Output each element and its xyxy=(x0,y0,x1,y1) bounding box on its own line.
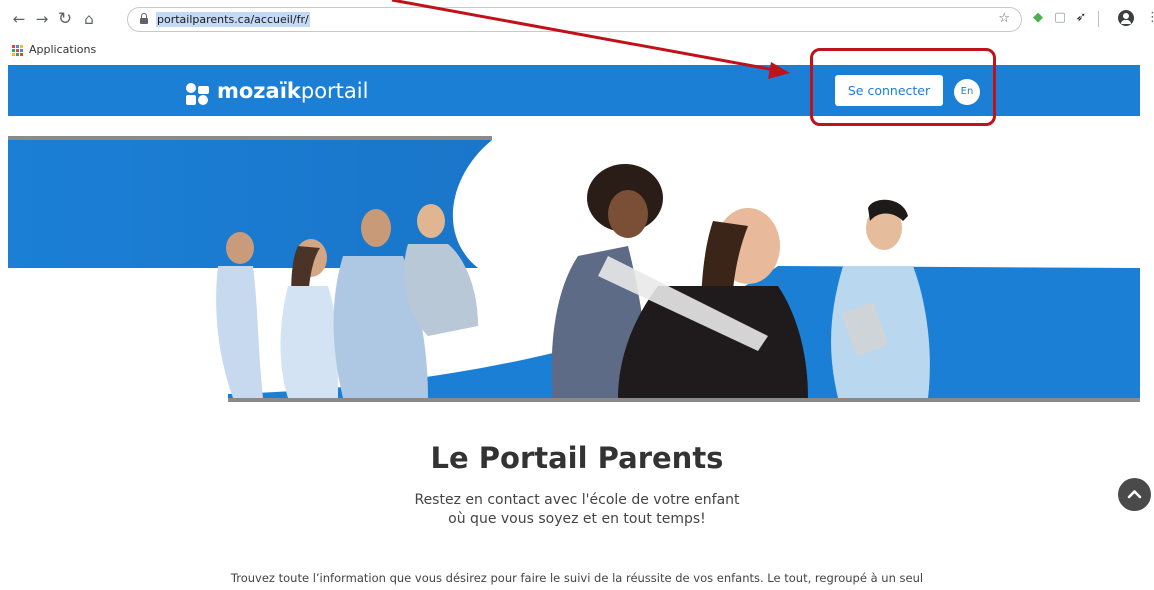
mozaik-logo-icon[interactable] xyxy=(186,83,210,105)
star-icon[interactable]: ☆ xyxy=(998,11,1010,26)
subtitle-line-1: Restez en contact avec l'école de votre … xyxy=(414,492,740,508)
logo-wordmark[interactable]: mozaïkportail xyxy=(217,79,368,103)
bookmark-applications[interactable]: Applications xyxy=(29,43,96,56)
extension-rocket-icon[interactable]: ➶ xyxy=(1073,10,1089,26)
extension-cast-icon[interactable]: ▢ xyxy=(1052,10,1068,26)
hero-banner-image xyxy=(8,136,1140,404)
menu-more-icon[interactable]: ⋮ xyxy=(1146,10,1154,25)
scroll-to-top-button[interactable] xyxy=(1118,478,1151,511)
extension-cube-icon[interactable]: ◆ xyxy=(1030,10,1046,26)
page-subtitle: Restez en contact avec l'école de votre … xyxy=(0,491,1154,529)
reload-icon[interactable]: ↻ xyxy=(56,10,74,28)
home-icon[interactable]: ⌂ xyxy=(80,10,98,28)
back-arrow-icon[interactable]: ← xyxy=(10,10,28,28)
logo-light-text: portail xyxy=(300,79,369,103)
address-bar[interactable]: portailparents.ca/accueil/fr/ ☆ xyxy=(127,7,1022,32)
lock-icon xyxy=(140,13,148,24)
toolbar-divider xyxy=(1098,11,1099,27)
profile-icon[interactable] xyxy=(1118,10,1134,26)
logo-bold-text: mozaïk xyxy=(217,79,301,103)
chevron-up-icon xyxy=(1127,490,1142,499)
page-title: Le Portail Parents xyxy=(430,441,724,475)
url-text[interactable]: portailparents.ca/accueil/fr/ xyxy=(156,12,310,27)
forward-arrow-icon[interactable]: → xyxy=(33,10,51,28)
annotation-highlight-box xyxy=(810,48,996,126)
subtitle-line-2: où que vous soyez et en tout temps! xyxy=(448,511,706,527)
apps-grid-icon[interactable] xyxy=(12,45,23,56)
intro-paragraph: Trouvez toute l’information que vous dés… xyxy=(230,571,924,585)
